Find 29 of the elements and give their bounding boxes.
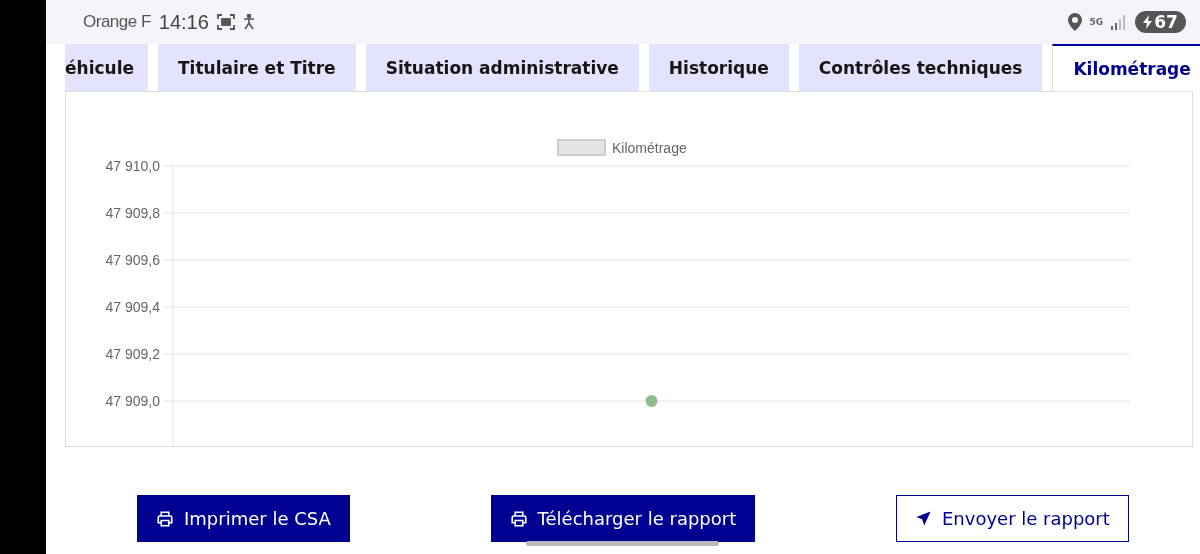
tab[interactable]: Historique (648, 44, 789, 91)
charging-icon (1143, 15, 1153, 29)
send-button[interactable]: Envoyer le rapport (895, 495, 1129, 542)
battery-level: 67 (1154, 12, 1178, 32)
tab[interactable]: Situation administrative (365, 44, 639, 91)
tab[interactable]: éhicule (65, 44, 148, 91)
carrier-name: Orange F (83, 12, 151, 32)
y-tick-label: 47 909,8 (105, 205, 160, 221)
signal-icon (1111, 14, 1128, 30)
tab[interactable]: Contrôles techniques (798, 44, 1043, 91)
y-tick-label: 47 909,2 (105, 346, 160, 362)
legend-label: Kilométrage (612, 140, 687, 156)
print-button[interactable]: Imprimer le CSA (137, 495, 350, 542)
printer-icon (156, 509, 174, 528)
tab[interactable]: Kilométrage (1052, 44, 1200, 91)
y-tick-label: 47 909,6 (105, 252, 160, 268)
tab[interactable]: Titulaire et Titre (158, 44, 356, 91)
location-icon (1067, 13, 1082, 31)
print-button[interactable]: Télécharger le rapport (490, 495, 756, 542)
screenshot-icon (216, 14, 235, 30)
y-tick-label: 47 909,0 (105, 393, 160, 409)
network-type: 5G (1089, 17, 1104, 27)
accessibility-icon (242, 14, 255, 30)
printer-icon (509, 509, 528, 528)
legend-swatch[interactable] (557, 139, 606, 156)
y-tick-label: 47 910,0 (105, 158, 160, 174)
clock-time: 14:16 (158, 10, 209, 34)
home-indicator[interactable] (526, 541, 719, 546)
y-tick-label: 47 909,4 (105, 299, 160, 315)
